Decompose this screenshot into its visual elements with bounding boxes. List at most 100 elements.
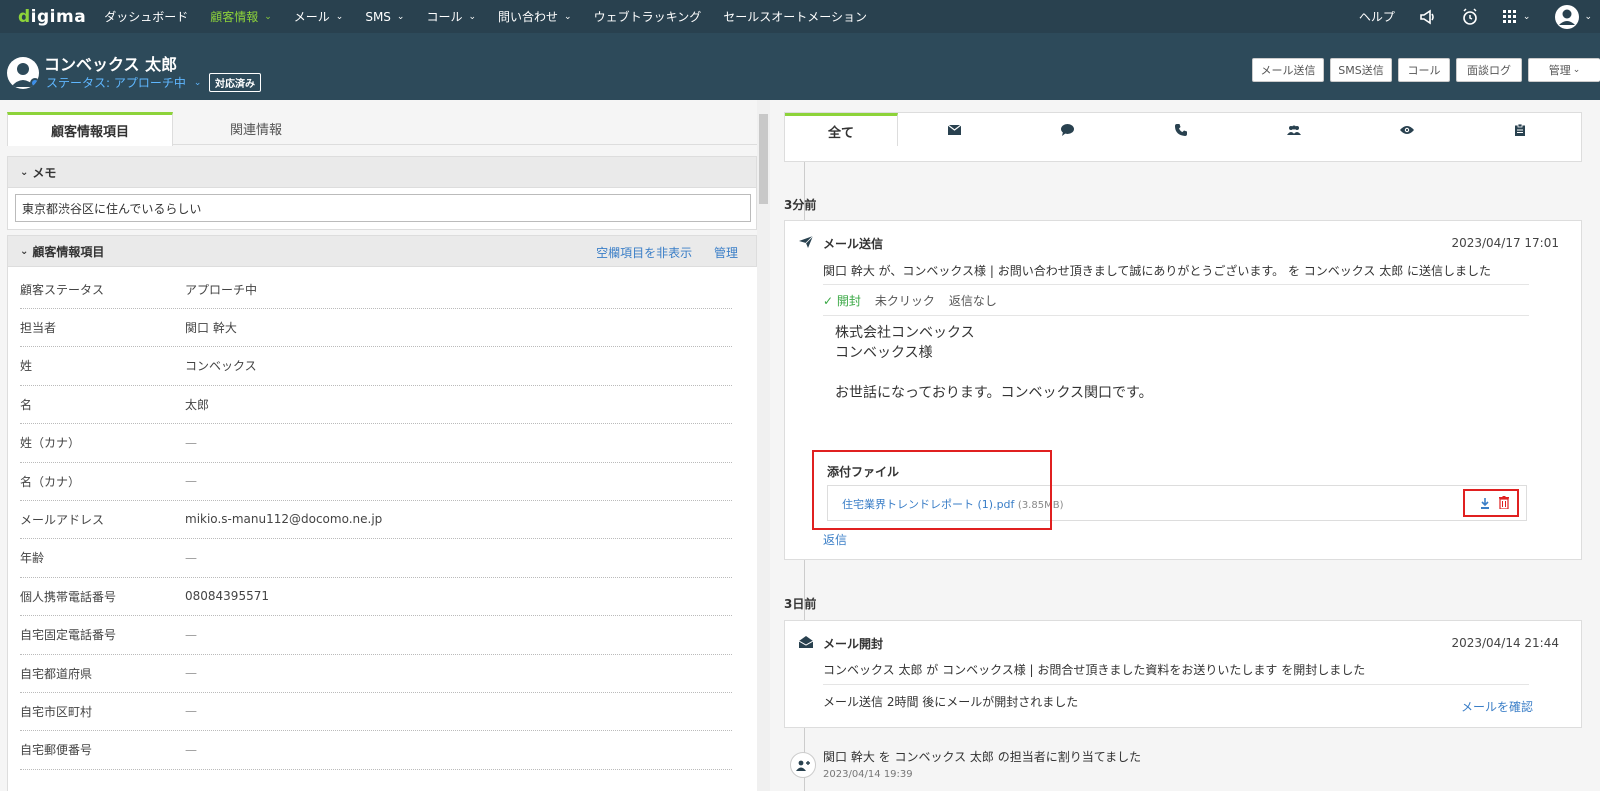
- status-label: ステータス: アプローチ中: [46, 76, 186, 90]
- status-dropdown[interactable]: ステータス: アプローチ中 ⌄: [46, 74, 201, 91]
- tab-mail[interactable]: [898, 113, 1011, 147]
- field-label: 担当者: [20, 320, 57, 335]
- divider: [823, 684, 1529, 685]
- field-value: コンベックス: [185, 359, 257, 374]
- field-value: 08084395571: [185, 589, 269, 604]
- nav-item-4[interactable]: コール ⌄: [426, 8, 476, 25]
- left-scrollbar[interactable]: [757, 100, 770, 791]
- field-row[interactable]: 顧客ステータス アプローチ中: [20, 270, 732, 309]
- field-row[interactable]: 自宅都道府県 —: [20, 654, 732, 693]
- field-row[interactable]: 姓 コンベックス: [20, 347, 732, 386]
- nav-item-0[interactable]: ダッシュボード: [104, 8, 188, 25]
- field-row[interactable]: 自宅市区町村 —: [20, 692, 732, 732]
- field-row[interactable]: 自宅固定電話番号 —: [20, 616, 732, 655]
- mail-icon: [948, 125, 961, 135]
- field-value: 関口 幹大: [185, 320, 237, 335]
- card-description: コンベックス 太郎 が コンベックス様 | お問合せ頂きました資料をお送りいたし…: [823, 663, 1366, 677]
- nav-item-1[interactable]: 顧客情報 ⌄: [210, 8, 272, 25]
- field-value: アプローチ中: [185, 282, 258, 297]
- manage-button[interactable]: 管理 ⌄: [1528, 58, 1600, 82]
- call-button[interactable]: コール: [1398, 58, 1450, 82]
- tab-customer-info[interactable]: 顧客情報項目: [7, 112, 173, 146]
- view-mail-link[interactable]: メールを確認: [1461, 698, 1533, 715]
- card-description: 関口 幹大 が、コンベックス様 | お問い合わせ頂きまして誠にありがとうございま…: [823, 264, 1492, 278]
- field-value: —: [185, 474, 197, 488]
- people-icon: [1286, 125, 1301, 135]
- opened-status: ✓ 開封: [823, 293, 861, 308]
- alarm-clock-icon[interactable]: [1461, 7, 1479, 26]
- nav-item-3[interactable]: SMS ⌄: [365, 10, 404, 24]
- left-tabs: 顧客情報項目 関連情報: [7, 112, 757, 146]
- field-value: —: [185, 704, 197, 719]
- card-title: メール開封: [823, 637, 884, 651]
- customer-avatar: [7, 57, 39, 89]
- chevron-down-icon: ⌄: [335, 11, 344, 22]
- memo-section-header[interactable]: ⌄ メモ: [7, 156, 757, 188]
- reply-status: 返信なし: [948, 293, 997, 308]
- field-row[interactable]: 自宅郵便番号 —: [20, 731, 732, 770]
- field-row[interactable]: 名 太郎: [20, 385, 732, 425]
- nav-item-6[interactable]: ウェブトラッキング: [594, 8, 702, 25]
- card-date: 2023/04/17 17:01: [1451, 236, 1559, 250]
- top-nav: digima ダッシュボード 顧客情報 ⌄ メール ⌄ SMS ⌄ コール ⌄ 問い合わせ ⌄ ウェブ…: [0, 0, 1600, 33]
- send-sms-button[interactable]: SMS送信: [1330, 58, 1392, 82]
- field-label: 名（カナ）: [20, 474, 81, 489]
- field-label: 顧客ステータス: [20, 282, 105, 297]
- nav-item-2[interactable]: メール ⌄: [294, 8, 344, 25]
- reply-link[interactable]: 返信: [823, 531, 847, 548]
- assign-user-icon: [790, 752, 816, 778]
- assignment-text: 関口 幹大 を コンベックス 太郎 の担当者に割り当てました: [823, 750, 1142, 764]
- logo[interactable]: digima: [18, 7, 86, 27]
- card-title: メール送信: [823, 237, 884, 251]
- field-label: 個人携帯電話番号: [20, 589, 117, 604]
- tab-sms[interactable]: [1011, 113, 1124, 147]
- fields-section-header[interactable]: ⌄ 顧客情報項目 空欄項目を非表示 管理: [7, 235, 757, 267]
- hide-empty-link[interactable]: 空欄項目を非表示: [596, 246, 692, 260]
- field-label: メールアドレス: [20, 512, 105, 527]
- field-value: —: [185, 742, 197, 757]
- field-row[interactable]: 担当者 関口 幹大: [20, 308, 732, 348]
- mail-body: 株式会社コンベックス コンベックス様 お世話になっております。コンベックス関口で…: [835, 325, 1153, 401]
- open-timing-text: メール送信 2時間 後にメールが開封されました: [823, 695, 1079, 709]
- status-badge: 対応済み: [209, 73, 261, 92]
- tab-web[interactable]: [1350, 113, 1463, 147]
- memo-textarea[interactable]: 東京都渋谷区に住んでいるらしい: [15, 194, 751, 222]
- fields-list: 顧客ステータス アプローチ中 担当者 関口 幹大姓コンベックス名太郎 姓（カナ） — 名（カ…: [7, 267, 757, 791]
- manage-fields-link[interactable]: 管理: [714, 246, 738, 260]
- send-mail-button[interactable]: メール送信: [1252, 58, 1324, 82]
- field-row[interactable]: 名（カナ） —: [20, 462, 732, 501]
- tab-meeting[interactable]: [1237, 113, 1350, 147]
- field-label: 年齢: [20, 551, 45, 566]
- apps-grid-icon[interactable]: ⌄: [1502, 9, 1531, 24]
- field-row[interactable]: 年齢 —: [20, 539, 732, 578]
- customer-name: コンベックス 太郎: [44, 55, 178, 74]
- activity-tabs: 全て: [784, 112, 1582, 147]
- chevron-down-icon: ⌄: [1522, 11, 1531, 22]
- field-row[interactable]: メールアドレス mikio.s-manu112@docomo.ne.jp: [20, 500, 732, 540]
- meeting-log-button[interactable]: 面談ログ: [1456, 58, 1522, 82]
- field-row[interactable]: 個人携帯電話番号 08084395571: [20, 577, 732, 617]
- nav-item-5[interactable]: 問い合わせ ⌄: [498, 8, 572, 25]
- user-menu-icon[interactable]: ⌄: [1554, 4, 1592, 30]
- nav-item-7[interactable]: セールスオートメーション: [723, 8, 867, 25]
- field-label: 名: [20, 397, 33, 412]
- field-value: —: [185, 627, 197, 642]
- time-heading: 3分前: [784, 198, 817, 212]
- field-value: —: [185, 550, 197, 565]
- announcement-icon[interactable]: [1419, 9, 1437, 25]
- phone-icon: [1174, 124, 1187, 136]
- tab-form[interactable]: [1463, 113, 1576, 147]
- nav-menu: ダッシュボード 顧客情報 ⌄ メール ⌄ SMS ⌄ コール ⌄ 問い合わせ ⌄ ウェブトラッキング セ…: [104, 8, 889, 25]
- chevron-down-icon: ⌄: [193, 77, 202, 88]
- tab-all[interactable]: 全て: [785, 113, 898, 147]
- field-label: 自宅市区町村: [20, 704, 93, 719]
- chevron-down-icon: ⌄: [20, 245, 29, 257]
- scrollbar-thumb[interactable]: [759, 114, 768, 204]
- field-row[interactable]: 姓（カナ） —: [20, 424, 732, 463]
- tab-call[interactable]: [1124, 113, 1237, 147]
- help-link[interactable]: ヘルプ: [1359, 8, 1395, 25]
- chevron-down-icon: ⌄: [396, 11, 405, 22]
- tab-related-info[interactable]: 関連情報: [173, 112, 339, 145]
- nav-right: ヘルプ ⌄ ⌄: [1359, 0, 1600, 33]
- assignment-date: 2023/04/14 19:39: [823, 769, 913, 780]
